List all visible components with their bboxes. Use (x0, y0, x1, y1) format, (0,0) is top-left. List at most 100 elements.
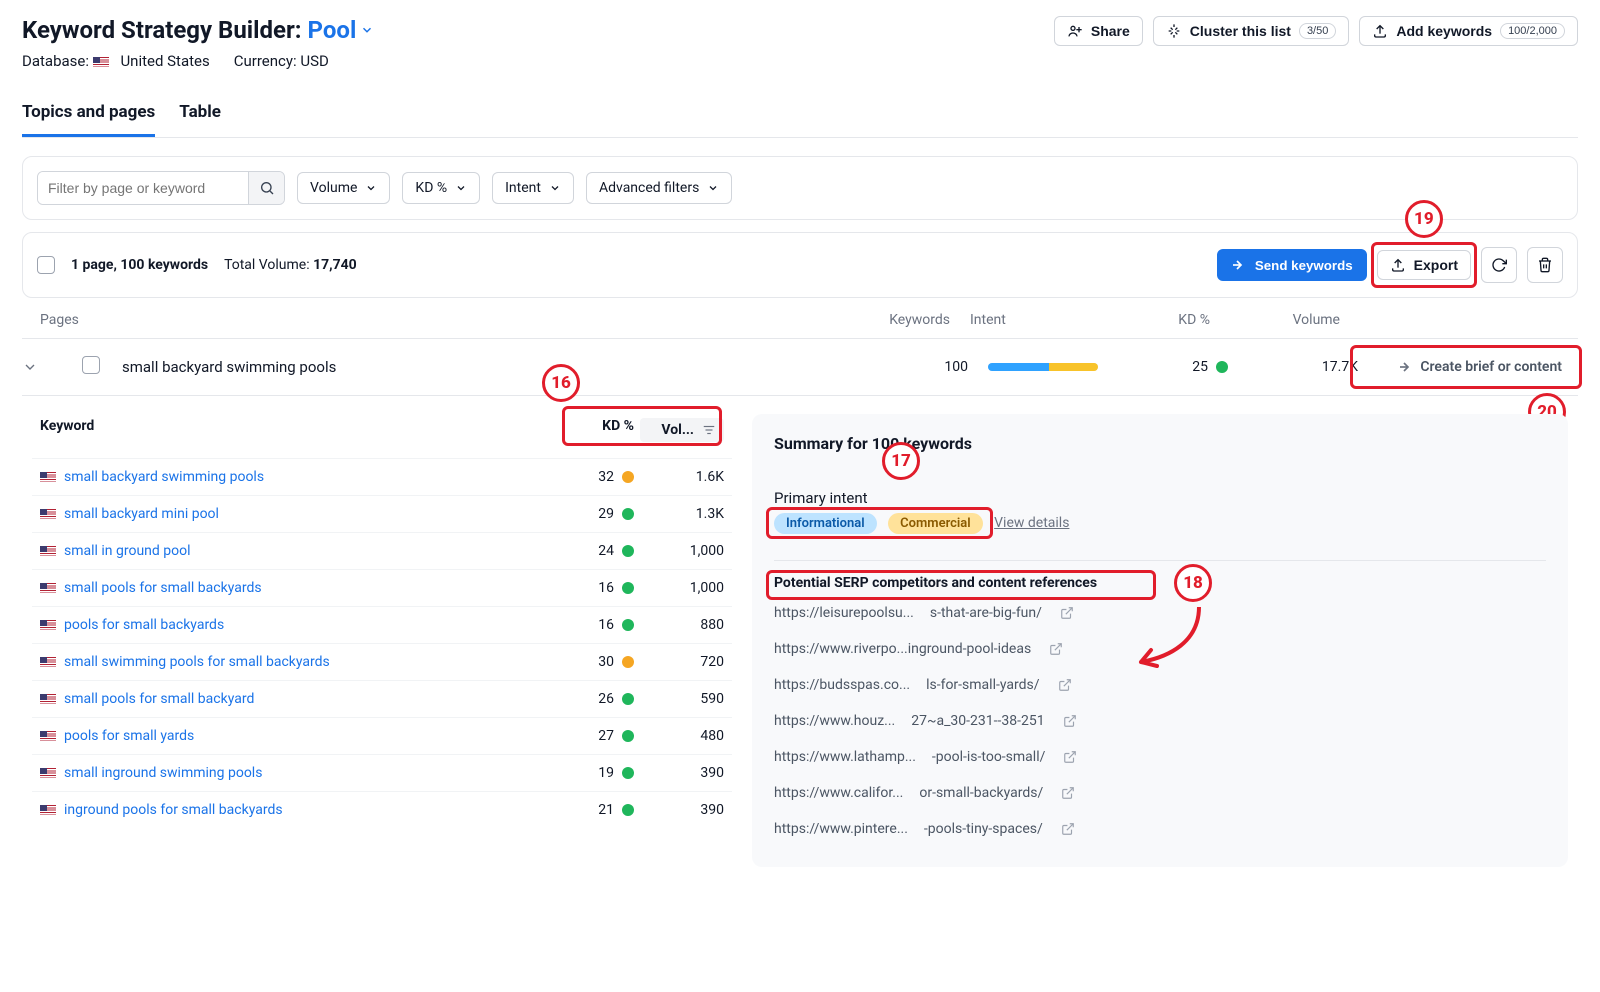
external-link-icon (1061, 786, 1075, 800)
keyword-volume: 1.3K (634, 506, 724, 522)
trash-icon (1537, 257, 1553, 273)
refresh-button[interactable] (1481, 247, 1517, 283)
volume-filter[interactable]: Volume (297, 172, 390, 204)
keyword-link[interactable]: pools for small backyards (64, 617, 224, 633)
filter-input-wrap (37, 171, 285, 205)
sort-icon (702, 423, 716, 437)
kw-col-kd[interactable]: KD % (544, 418, 634, 442)
us-flag-icon (40, 768, 56, 779)
keyword-link[interactable]: small in ground pool (64, 543, 191, 559)
keyword-link[interactable]: pools for small yards (64, 728, 194, 744)
arrow-forward-icon (1398, 359, 1414, 375)
intent-pill-informational: Informational (774, 513, 877, 534)
keyword-link[interactable]: small backyard swimming pools (64, 469, 264, 485)
row-checkbox[interactable] (82, 356, 100, 374)
advanced-filters[interactable]: Advanced filters (586, 172, 732, 204)
kw-col-volume[interactable]: Vol... (640, 418, 724, 442)
col-intent[interactable]: Intent (950, 312, 1110, 328)
summary-title: Summary for 100 keywords (774, 434, 1546, 453)
intent-filter[interactable]: Intent (492, 172, 574, 204)
us-flag-icon (93, 57, 109, 68)
intent-pill-commercial: Commercial (888, 513, 983, 534)
col-volume[interactable]: Volume (1210, 312, 1340, 328)
cluster-badge: 3/50 (1299, 23, 1336, 39)
tab-topics-pages[interactable]: Topics and pages (22, 94, 155, 137)
competitors-title: Potential SERP competitors and content r… (774, 560, 1546, 591)
keyword-row: small backyard swimming pools 321.6K (32, 458, 732, 495)
keyword-kd: 21 (544, 802, 634, 818)
send-keywords-button[interactable]: Send keywords (1217, 249, 1367, 281)
keyword-volume: 1,000 (634, 543, 724, 559)
page-name[interactable]: small backyard swimming pools (122, 358, 848, 376)
keyword-volume: 390 (634, 765, 724, 781)
keyword-kd: 16 (544, 580, 634, 596)
cluster-button[interactable]: Cluster this list 3/50 (1153, 16, 1350, 46)
chevron-down-icon (360, 23, 374, 37)
delete-button[interactable] (1527, 247, 1563, 283)
keyword-link[interactable]: small pools for small backyard (64, 691, 254, 707)
keyword-kd: 32 (544, 469, 634, 485)
expand-toggle[interactable] (22, 359, 82, 375)
page-keyword-count: 100 (848, 359, 968, 375)
keyword-link[interactable]: small pools for small backyards (64, 580, 262, 596)
keyword-kd: 16 (544, 617, 634, 633)
title-prefix: Keyword Strategy Builder: (22, 16, 302, 44)
keyword-link[interactable]: small inground swimming pools (64, 765, 262, 781)
page-volume: 17.7K (1228, 359, 1358, 375)
page-title: Keyword Strategy Builder: Pool (22, 16, 374, 44)
keyword-row: small pools for small backyard26590 (32, 680, 732, 717)
select-all-checkbox[interactable] (37, 256, 55, 274)
competitor-row[interactable]: https://budsspas.co...ls-for-small-yards… (774, 667, 1546, 703)
keyword-row: small backyard mini pool291.3K (32, 495, 732, 532)
keyword-volume: 720 (634, 654, 724, 670)
primary-intent-label: Primary intent (774, 489, 1546, 507)
us-flag-icon (40, 657, 56, 668)
page-row: small backyard swimming pools 100 25 17.… (22, 338, 1578, 396)
view-details-link[interactable]: View details (994, 515, 1069, 531)
create-brief-button[interactable]: Create brief or content (1388, 353, 1572, 381)
keyword-kd: 24 (544, 543, 634, 559)
tab-table[interactable]: Table (179, 94, 221, 137)
project-selector[interactable]: Pool (308, 16, 375, 44)
competitor-row[interactable]: https://www.pintere...-pools-tiny-spaces… (774, 811, 1546, 847)
external-link-icon (1063, 750, 1077, 764)
database-info: Database: United States (22, 52, 210, 70)
filter-input[interactable] (38, 172, 248, 204)
competitor-row[interactable]: https://www.califor...or-small-backyards… (774, 775, 1546, 811)
refresh-icon (1491, 257, 1507, 273)
search-button[interactable] (248, 172, 284, 204)
share-button[interactable]: Share (1054, 16, 1143, 46)
competitor-row[interactable]: https://www.lathamp...-pool-is-too-small… (774, 739, 1546, 775)
external-link-icon (1063, 714, 1077, 728)
us-flag-icon (40, 694, 56, 705)
add-keywords-button[interactable]: Add keywords 100/2,000 (1359, 16, 1578, 46)
export-button[interactable]: Export (1377, 250, 1471, 280)
col-kd[interactable]: KD % (1110, 312, 1210, 328)
keyword-link[interactable]: small swimming pools for small backyards (64, 654, 330, 670)
keyword-kd: 30 (544, 654, 634, 670)
kd-filter[interactable]: KD % (402, 172, 480, 204)
keyword-row: pools for small yards27480 (32, 717, 732, 754)
filter-panel: Volume KD % Intent Advanced filters (22, 156, 1578, 220)
external-link-icon (1049, 642, 1063, 656)
page-intent-bar (968, 363, 1128, 371)
keyword-summary-panel: Summary for 100 keywords Primary intent … (752, 414, 1568, 867)
kw-col-keyword[interactable]: Keyword (40, 418, 544, 442)
annotation-arrow-18 (1129, 602, 1209, 672)
keyword-row: pools for small backyards16880 (32, 606, 732, 643)
competitor-row[interactable]: https://www.houz...27~a_30-231--38-251 (774, 703, 1546, 739)
us-flag-icon (40, 583, 56, 594)
keyword-volume: 480 (634, 728, 724, 744)
keyword-volume: 390 (634, 802, 724, 818)
keyword-kd: 19 (544, 765, 634, 781)
keyword-row: inground pools for small backyards 21390 (32, 791, 732, 828)
chevron-down-icon (22, 359, 38, 375)
keyword-link[interactable]: inground pools for small backyards (64, 802, 283, 818)
keyword-link[interactable]: small backyard mini pool (64, 506, 219, 522)
col-keywords[interactable]: Keywords (830, 312, 950, 328)
col-pages[interactable]: Pages (40, 312, 830, 328)
us-flag-icon (40, 509, 56, 520)
keyword-volume: 1.6K (634, 469, 724, 485)
column-headers: Pages Keywords Intent KD % Volume (22, 298, 1578, 338)
chevron-down-icon (365, 182, 377, 194)
